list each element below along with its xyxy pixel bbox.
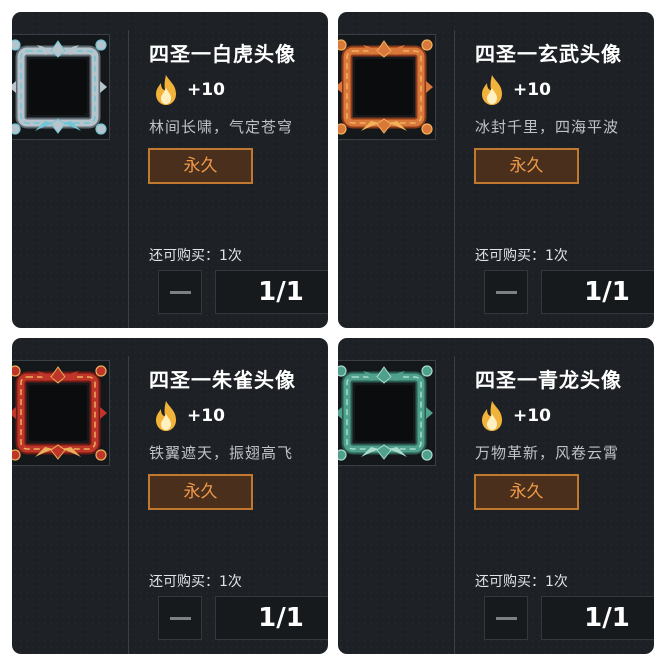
- minus-icon: [496, 291, 517, 294]
- teal-dragon-frame-icon: [338, 365, 433, 461]
- points-value: +10: [513, 406, 551, 426]
- divider: [454, 356, 455, 654]
- item-title: 四圣一青龙头像: [475, 368, 622, 392]
- flame-icon: [156, 75, 176, 105]
- purchase-remaining: 还可购买：1次: [149, 574, 242, 590]
- purchase-remaining: 还可购买：1次: [475, 248, 568, 264]
- item-title: 四圣一白虎头像: [149, 42, 296, 66]
- divider: [128, 30, 129, 328]
- item-card-black-tortoise[interactable]: 四圣一玄武头像 +10 冰封千里，四海平波 永久 还可购买：1次 1/1: [338, 12, 654, 328]
- quantity-field[interactable]: 1/1: [541, 270, 654, 314]
- item-description: 林间长啸，气定苍穹: [149, 118, 294, 136]
- item-description: 铁翼遮天，振翅高飞: [149, 444, 294, 462]
- item-title: 四圣一朱雀头像: [149, 368, 296, 392]
- minus-icon: [496, 617, 517, 620]
- duration-badge[interactable]: 永久: [474, 474, 579, 510]
- flame-icon: [482, 75, 502, 105]
- purchase-remaining: 还可购买：1次: [149, 248, 242, 264]
- orange-tortoise-frame-icon: [338, 39, 433, 135]
- silver-tiger-frame-icon: [12, 39, 107, 135]
- quantity-field[interactable]: 1/1: [215, 596, 328, 640]
- minus-icon: [170, 291, 191, 294]
- item-card-vermilion-bird[interactable]: 四圣一朱雀头像 +10 铁翼遮天，振翅高飞 永久 还可购买：1次 1/1: [12, 338, 328, 654]
- crimson-phoenix-frame-icon: [12, 365, 107, 461]
- duration-badge[interactable]: 永久: [148, 474, 253, 510]
- points-value: +10: [187, 406, 225, 426]
- divider: [454, 30, 455, 328]
- item-description: 冰封千里，四海平波: [475, 118, 620, 136]
- quantity-field[interactable]: 1/1: [541, 596, 654, 640]
- avatar-frame-thumbnail[interactable]: [12, 34, 110, 140]
- flame-icon: [156, 401, 176, 431]
- duration-badge[interactable]: 永久: [474, 148, 579, 184]
- item-card-white-tiger[interactable]: 四圣一白虎头像 +10 林间长啸，气定苍穹 永久 还可购买：1次 1/1: [12, 12, 328, 328]
- decrease-quantity-button[interactable]: [158, 596, 202, 640]
- minus-icon: [170, 617, 191, 620]
- decrease-quantity-button[interactable]: [484, 270, 528, 314]
- flame-icon: [482, 401, 502, 431]
- avatar-frame-thumbnail[interactable]: [12, 360, 110, 466]
- purchase-remaining: 还可购买：1次: [475, 574, 568, 590]
- decrease-quantity-button[interactable]: [158, 270, 202, 314]
- points-value: +10: [513, 80, 551, 100]
- duration-badge[interactable]: 永久: [148, 148, 253, 184]
- quantity-field[interactable]: 1/1: [215, 270, 328, 314]
- avatar-frame-thumbnail[interactable]: [338, 360, 436, 466]
- points-value: +10: [187, 80, 225, 100]
- divider: [128, 356, 129, 654]
- avatar-frame-thumbnail[interactable]: [338, 34, 436, 140]
- decrease-quantity-button[interactable]: [484, 596, 528, 640]
- item-description: 万物革新，风卷云霄: [475, 444, 620, 462]
- item-card-azure-dragon[interactable]: 四圣一青龙头像 +10 万物革新，风卷云霄 永久 还可购买：1次 1/1: [338, 338, 654, 654]
- item-title: 四圣一玄武头像: [475, 42, 622, 66]
